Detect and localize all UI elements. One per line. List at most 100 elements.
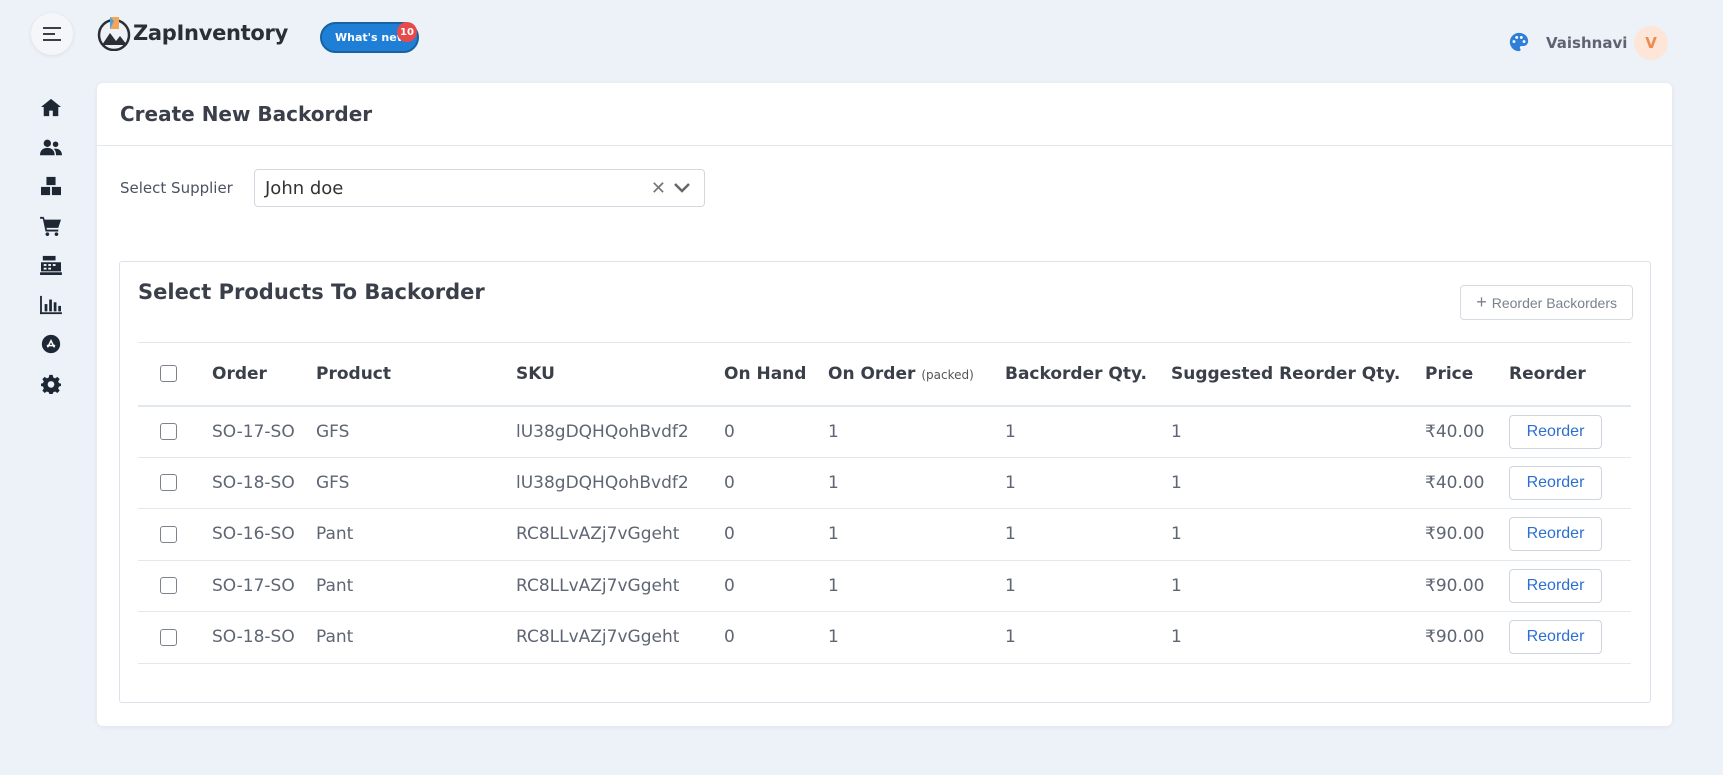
cell-backorder-qty: 1 [1005,405,1171,458]
whats-new-button[interactable]: What's new! 10 [320,22,419,53]
logo-icon [97,17,131,51]
sidebar-item-pos[interactable] [38,254,64,276]
cell-sku: lU38gDQHQohBvdf2 [516,457,724,509]
cell-backorder-qty: 1 [1005,611,1171,664]
page-title: Create New Backorder [120,102,373,126]
cell-backorder-qty: 1 [1005,560,1171,612]
cell-order: SO-17-SO [212,560,316,612]
column-header-reorder: Reorder [1509,363,1586,384]
logo[interactable]: ZapInventory [97,15,288,51]
select-all-checkbox[interactable] [160,365,177,383]
cell-suggested-qty: 1 [1171,405,1425,458]
on-order-note: (packed) [921,367,974,382]
reorder-backorders-button[interactable]: + Reorder Backorders [1460,285,1633,320]
user-name[interactable]: Vaishnavi [1546,34,1627,52]
column-header-on-hand: On Hand [724,363,807,384]
card-header: Create New Backorder [97,83,1672,146]
cell-price: ₹40.00 [1425,405,1509,458]
plus-icon: + [1476,292,1487,312]
cell-suggested-qty: 1 [1171,560,1425,612]
column-header-backorder-qty: Backorder Qty. [1005,363,1147,384]
chevron-down-icon[interactable] [674,181,690,195]
cell-backorder-qty: 1 [1005,457,1171,509]
cell-product: GFS [316,457,516,509]
cell-product: Pant [316,560,516,612]
cell-product: Pant [316,508,516,561]
cell-price: ₹40.00 [1425,457,1509,509]
column-header-price: Price [1425,363,1474,384]
cell-sku: RC8LLvAZj7vGgeht [516,508,724,561]
cell-sku: RC8LLvAZj7vGgeht [516,560,724,612]
sidebar-item-sales[interactable] [38,215,64,237]
cell-on-hand: 0 [724,457,828,509]
row-checkbox[interactable] [160,577,177,595]
reorder-button[interactable]: Reorder [1509,517,1602,552]
cell-backorder-qty: 1 [1005,508,1171,561]
row-checkbox[interactable] [160,423,177,440]
reorder-button[interactable]: Reorder [1509,568,1602,603]
cell-order: SO-18-SO [212,457,316,509]
column-header-product: Product [316,363,391,384]
register-icon [40,255,62,275]
cell-order: SO-16-SO [212,508,316,561]
cell-product: Pant [316,611,516,664]
column-header-on-order: On Order (packed) [828,343,1005,406]
table-row: SO-18-SO Pant RC8LLvAZj7vGgeht 0 1 1 1 ₹… [138,611,1631,664]
notification-badge: 10 [397,22,417,42]
cell-on-order: 1 [828,508,1005,561]
section-title: Select Products To Backorder [138,280,485,304]
cell-suggested-qty: 1 [1171,508,1425,561]
row-checkbox[interactable] [160,525,177,543]
cell-suggested-qty: 1 [1171,611,1425,664]
sidebar-item-customers[interactable] [38,136,64,158]
reorder-button[interactable]: Reorder [1509,620,1602,655]
backorder-table: Order Product SKU On Hand On Order (pack… [138,342,1631,664]
avatar[interactable]: V [1634,26,1668,60]
palette-icon[interactable] [1508,31,1530,53]
cell-on-hand: 0 [724,611,828,664]
cell-product: GFS [316,405,516,458]
cell-price: ₹90.00 [1425,560,1509,612]
cell-on-hand: 0 [724,560,828,612]
cell-on-order: 1 [828,457,1005,509]
reorder-button[interactable]: Reorder [1509,414,1602,449]
cell-on-order: 1 [828,405,1005,458]
cell-suggested-qty: 1 [1171,457,1425,509]
reorder-button[interactable]: Reorder [1509,465,1602,500]
cell-on-order: 1 [828,560,1005,612]
settings-icon [41,374,61,394]
cell-sku: RC8LLvAZj7vGgeht [516,611,724,664]
on-order-label: On Order [828,363,916,384]
column-header-order: Order [212,363,267,384]
sidebar-item-inventory[interactable] [38,175,64,197]
sidebar-item-reports[interactable] [38,294,64,316]
supplier-select[interactable]: John doe ✕ [254,169,705,207]
column-header-sku: SKU [516,363,555,384]
cart-icon [40,216,61,236]
users-icon [40,139,62,155]
row-checkbox[interactable] [160,628,177,646]
sidebar-item-settings[interactable] [38,373,64,395]
supplier-label: Select Supplier [120,179,233,197]
supplier-row: Select Supplier John doe ✕ [120,169,705,207]
cell-order: SO-18-SO [212,611,316,664]
menu-toggle-button[interactable] [31,13,73,55]
sidebar [38,96,64,412]
row-checkbox[interactable] [160,474,177,492]
table-header-row: Order Product SKU On Hand On Order (pack… [138,342,1631,406]
reorder-backorders-label: Reorder Backorders [1491,294,1617,311]
cell-price: ₹90.00 [1425,508,1509,561]
cell-on-hand: 0 [724,508,828,561]
table-row: SO-17-SO Pant RC8LLvAZj7vGgeht 0 1 1 1 ₹… [138,560,1631,612]
chart-icon [40,295,62,314]
sidebar-item-apps[interactable] [38,333,64,355]
table-row: SO-16-SO Pant RC8LLvAZj7vGgeht 0 1 1 1 ₹… [138,508,1631,561]
cell-sku: lU38gDQHQohBvdf2 [516,405,724,458]
column-header-suggested-qty: Suggested Reorder Qty. [1171,363,1401,384]
cell-price: ₹90.00 [1425,611,1509,664]
clear-icon[interactable]: ✕ [651,178,666,199]
sidebar-item-home[interactable] [38,96,64,118]
app-store-icon [41,334,61,354]
cell-on-order: 1 [828,611,1005,664]
supplier-value: John doe [265,177,344,199]
